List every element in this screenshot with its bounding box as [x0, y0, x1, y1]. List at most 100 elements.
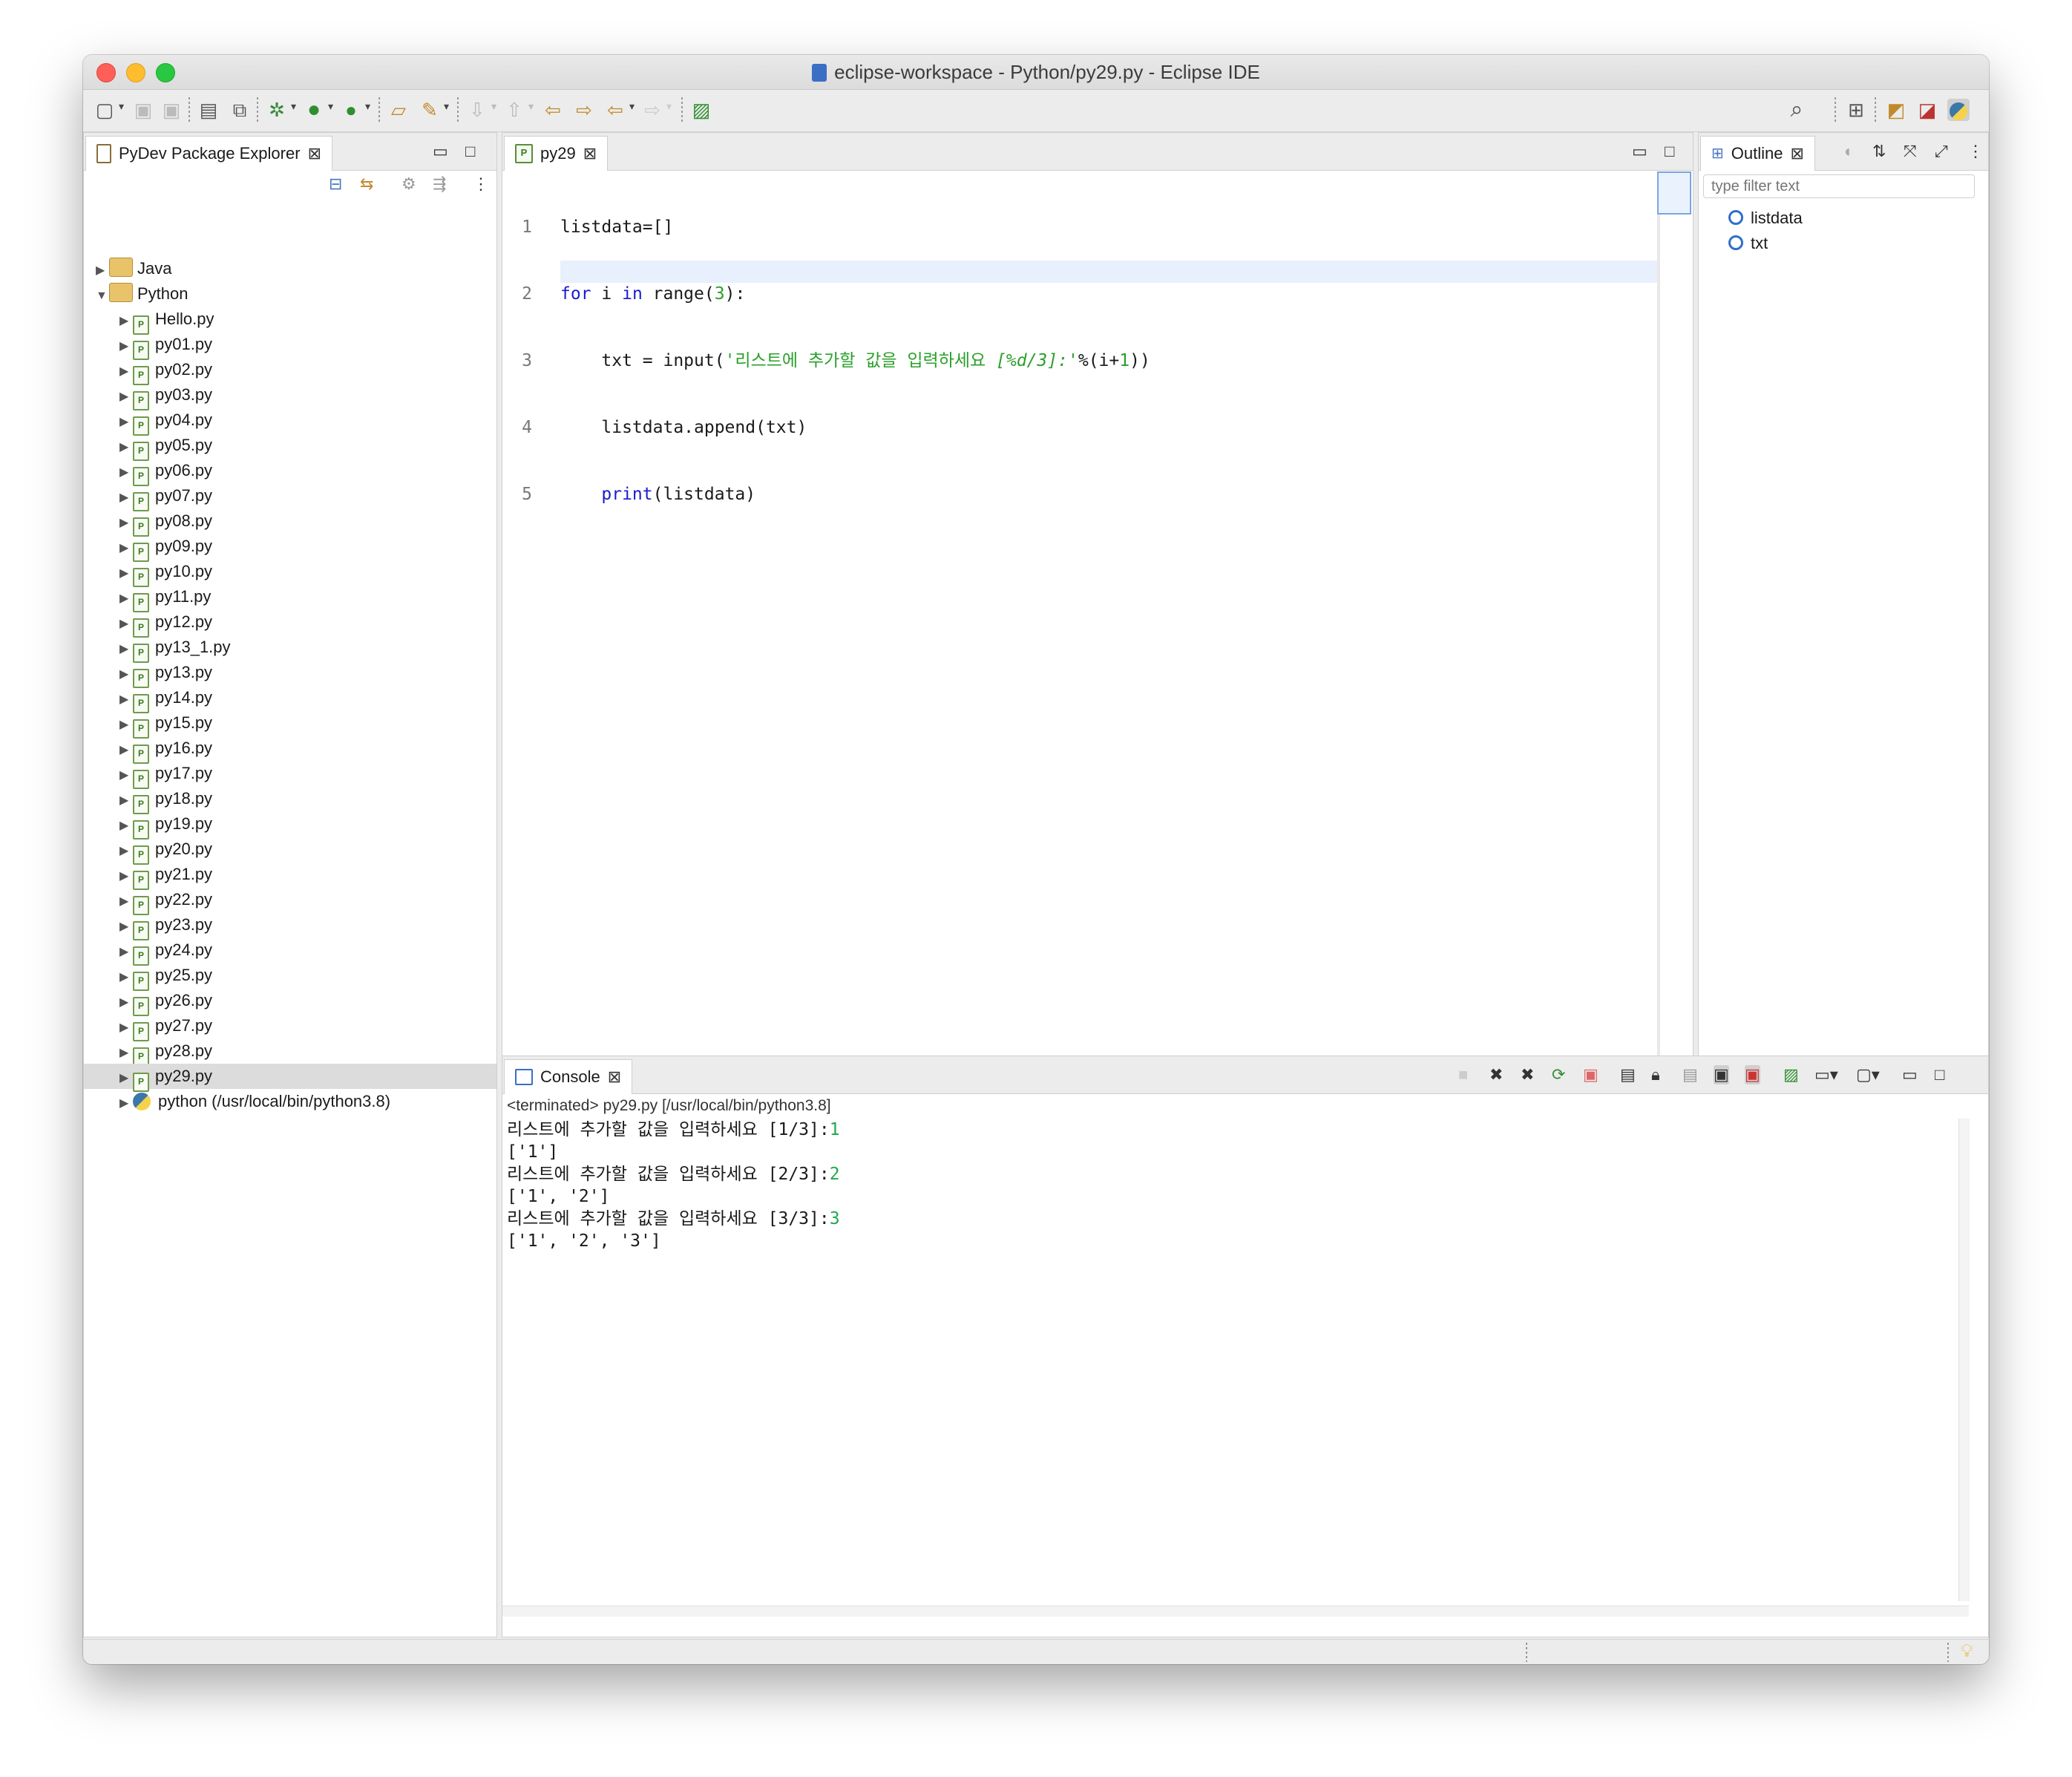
chevron-right-icon[interactable]: ▶: [119, 1066, 133, 1091]
tab-outline[interactable]: ⊞ Outline ⊠: [1700, 136, 1815, 171]
chevron-right-icon[interactable]: ▶: [119, 662, 133, 687]
chevron-down-icon[interactable]: ▾: [666, 100, 672, 113]
new-icon[interactable]: ▢: [94, 99, 116, 121]
focus-icon[interactable]: ⇶: [433, 174, 446, 194]
minimize-view-icon[interactable]: ▭: [433, 142, 448, 161]
code-area[interactable]: 1 2 3 4 5 listdata=[] for i in range(3):…: [502, 171, 1660, 1077]
terminate-icon[interactable]: ■: [1458, 1065, 1468, 1084]
tree-file-item[interactable]: ▶ Ppy23.py: [119, 912, 212, 940]
save-icon[interactable]: ▣: [132, 99, 154, 121]
chevron-right-icon[interactable]: ▶: [119, 763, 133, 788]
maximize-view-icon[interactable]: □: [1665, 142, 1674, 161]
remove-terminated-icon[interactable]: ▣: [1583, 1065, 1599, 1084]
horizontal-scrollbar[interactable]: [502, 1606, 1969, 1617]
terminal-icon[interactable]: ▤: [197, 99, 220, 121]
tree-file-item[interactable]: ▶ Ppy15.py: [119, 710, 212, 739]
tree-file-item[interactable]: ▶ Ppy01.py: [119, 332, 212, 360]
minimap-viewport[interactable]: [1657, 171, 1691, 215]
chevron-down-icon[interactable]: ▾: [365, 100, 370, 113]
tree-file-item[interactable]: ▶ Ppy29.py: [119, 1064, 212, 1092]
chevron-right-icon[interactable]: ▶: [119, 713, 133, 738]
tree-file-item[interactable]: ▶ Ppy06.py: [119, 458, 212, 486]
view-menu-icon[interactable]: ⋮: [1967, 142, 1984, 161]
outline-item[interactable]: txt: [1728, 231, 1768, 256]
chevron-down-icon[interactable]: ▾: [629, 100, 635, 113]
link-editor-icon[interactable]: ⇆: [360, 174, 373, 194]
filters-icon[interactable]: ⚙: [401, 174, 416, 194]
view-menu-icon[interactable]: ⋮: [473, 174, 489, 194]
tree-file-item[interactable]: ▶ Ppy24.py: [119, 937, 212, 966]
back-icon[interactable]: ⇦: [604, 99, 626, 121]
close-icon[interactable]: ⊠: [608, 1060, 621, 1094]
tab-console[interactable]: Console ⊠: [504, 1059, 633, 1094]
tree-file-item[interactable]: ▶ Ppy25.py: [119, 963, 212, 991]
chevron-right-icon[interactable]: ▶: [119, 687, 133, 713]
open-type-icon[interactable]: ▱: [387, 99, 410, 121]
chevron-right-icon[interactable]: ▶: [119, 864, 133, 889]
tree-file-item[interactable]: ▶ Ppy14.py: [119, 685, 212, 713]
tree-file-item[interactable]: ▶ Ppy20.py: [119, 837, 212, 865]
last-edit-icon[interactable]: ⇦: [542, 99, 564, 121]
tree-file-item[interactable]: ▶ Ppy11.py: [119, 584, 211, 612]
chevron-right-icon[interactable]: ▶: [119, 561, 133, 586]
close-icon[interactable]: ⊠: [308, 137, 321, 171]
chevron-right-icon[interactable]: ▶: [119, 334, 133, 359]
tree-file-item[interactable]: ▶ Ppy09.py: [119, 534, 212, 562]
tree-interpreter-item[interactable]: ▶ python (/usr/local/bin/python3.8): [119, 1089, 390, 1114]
close-icon[interactable]: ⊠: [1790, 137, 1803, 171]
pin-console-icon[interactable]: ▨: [1783, 1065, 1799, 1084]
tree-file-item[interactable]: ▶ Ppy12.py: [119, 609, 212, 638]
tree-project-java[interactable]: ▶ Java: [96, 256, 171, 281]
chevron-down-icon[interactable]: ▾: [119, 100, 124, 113]
word-wrap-icon[interactable]: ▤: [1682, 1065, 1698, 1084]
tree-project-python[interactable]: ▼ Python: [96, 281, 188, 307]
chevron-right-icon[interactable]: ▶: [119, 1015, 133, 1041]
chevron-down-icon[interactable]: ▾: [491, 100, 496, 113]
chevron-down-icon[interactable]: ▾: [528, 100, 534, 113]
chevron-right-icon[interactable]: ▶: [119, 965, 133, 990]
chevron-right-icon[interactable]: ▶: [119, 612, 133, 637]
tip-lightbulb-icon[interactable]: 💡︎: [1961, 1641, 1973, 1662]
prev-annotation-icon[interactable]: ⇧: [503, 99, 525, 121]
search-icon-tb[interactable]: ✎: [419, 99, 441, 121]
tree-file-item[interactable]: ▶ Ppy26.py: [119, 988, 212, 1016]
chevron-right-icon[interactable]: ▶: [119, 410, 133, 435]
tree-file-item[interactable]: ▶ Ppy05.py: [119, 433, 212, 461]
tree-file-item[interactable]: ▶ Ppy17.py: [119, 761, 212, 789]
chevron-right-icon[interactable]: ▶: [119, 536, 133, 561]
minimize-view-icon[interactable]: ▭: [1902, 1065, 1918, 1084]
tree-file-item[interactable]: ▶ Ppy13.py: [119, 660, 212, 688]
chevron-right-icon[interactable]: ▶: [119, 914, 133, 940]
tree-file-item[interactable]: ▶ Ppy07.py: [119, 483, 212, 511]
debug-perspective-icon[interactable]: ◪: [1916, 99, 1938, 121]
chevron-right-icon[interactable]: ▶: [119, 814, 133, 839]
tree-file-item[interactable]: ▶ Ppy22.py: [119, 887, 212, 915]
show-on-stderr-icon[interactable]: ▣: [1745, 1065, 1760, 1084]
tree-file-item[interactable]: ▶ Ppy16.py: [119, 736, 212, 764]
console-output[interactable]: 리스트에 추가할 값을 입력하세요 [1/3]:1 ['1'] 리스트에 추가할 값…: [507, 1119, 1947, 1252]
run-icon[interactable]: ●: [303, 99, 325, 121]
outline-item[interactable]: listdata: [1728, 206, 1803, 231]
chevron-right-icon[interactable]: ▶: [119, 738, 133, 763]
tree-file-item[interactable]: ▶ Ppy03.py: [119, 382, 212, 410]
forward-icon[interactable]: ⇨: [641, 99, 663, 121]
scroll-lock-icon[interactable]: 🔒︎: [1651, 1065, 1660, 1084]
build-icon[interactable]: ⧉: [229, 99, 251, 121]
chevron-right-icon[interactable]: ▶: [119, 940, 133, 965]
debug-icon[interactable]: ✲: [266, 99, 288, 121]
chevron-right-icon[interactable]: ▶: [119, 839, 133, 864]
tree-file-item[interactable]: ▶ Ppy13_1.py: [119, 635, 231, 663]
tree-file-item[interactable]: ▶ Ppy19.py: [119, 811, 212, 840]
chevron-right-icon[interactable]: ▶: [119, 435, 133, 460]
next-annotation-icon[interactable]: ⇩: [466, 99, 488, 121]
external-tools-icon[interactable]: ●: [340, 99, 362, 121]
maximize-view-icon[interactable]: □: [1935, 1065, 1944, 1084]
remove-launch-icon[interactable]: ✖: [1489, 1065, 1503, 1084]
chevron-down-icon[interactable]: ▾: [444, 100, 449, 113]
relaunch-icon[interactable]: ⟳: [1552, 1065, 1565, 1084]
chevron-right-icon[interactable]: ▶: [119, 384, 133, 410]
sort-icon[interactable]: ⇅: [1872, 142, 1886, 161]
tree-file-item[interactable]: ▶ Ppy02.py: [119, 357, 212, 385]
python-perspective-icon[interactable]: [1947, 99, 1970, 121]
search-icon[interactable]: ⌕: [1786, 99, 1808, 121]
